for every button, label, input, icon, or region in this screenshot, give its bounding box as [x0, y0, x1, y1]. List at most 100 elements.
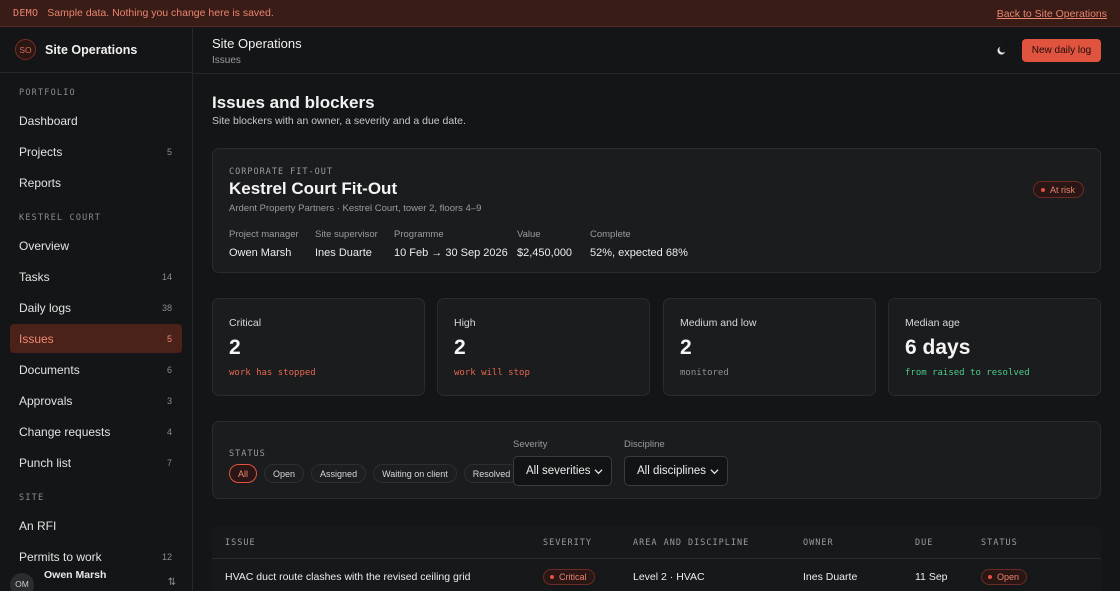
sidebar-item-count: 3 [166, 395, 172, 406]
project-card: CORPORATE FIT-OUT Kestrel Court Fit-Out … [212, 148, 1101, 273]
discipline-select[interactable]: All disciplines [624, 456, 728, 486]
status-dot-icon [988, 575, 992, 579]
table-row[interactable]: HVAC duct route clashes with the revised… [212, 558, 1101, 591]
column-header-owner[interactable]: OWNER [803, 538, 834, 548]
header-title: Site Operations [212, 36, 302, 51]
sidebar-item-label: Daily logs [19, 300, 72, 315]
sidebar: SO Site Operations PORTFOLIO Dashboard P… [0, 27, 193, 591]
page-subtitle: Site blockers with an owner, a severity … [212, 115, 466, 127]
nav-section-portfolio: PORTFOLIO [19, 88, 76, 98]
sidebar-item-punch-list[interactable]: Punch list 7 [10, 448, 182, 477]
meta-label: Value [517, 229, 541, 240]
meta-value-amount: Value $2,450,000 [517, 229, 572, 259]
meta-value: $2,450,000 [517, 247, 573, 259]
sidebar-item-approvals[interactable]: Approvals 3 [10, 386, 182, 415]
column-header-area[interactable]: AREA AND DISCIPLINE [633, 538, 749, 548]
sidebar-item-label: Documents [19, 362, 80, 377]
chip-assigned[interactable]: Assigned [311, 464, 367, 483]
sidebar-item-label: Issues [19, 331, 54, 346]
status-dot-icon [1040, 187, 1045, 192]
meta-label: Site supervisor [315, 229, 378, 240]
sidebar-item-tasks[interactable]: Tasks 14 [10, 262, 182, 291]
sidebar-item-overview[interactable]: Overview [10, 231, 182, 260]
chip-waiting-on-client[interactable]: Waiting on client [373, 464, 457, 483]
sidebar-item-an-rfi[interactable]: An RFI [10, 511, 182, 540]
sidebar-item-count: 38 [161, 302, 172, 313]
project-client: Ardent Property Partners · Kestrel Court… [229, 203, 482, 214]
page-title: Issues and blockers [212, 93, 375, 112]
main-content: Issues and blockers Site blockers with a… [193, 74, 1120, 591]
stat-label: Medium and low [680, 317, 757, 329]
meta-complete: Complete 52%, expected 68% [590, 229, 688, 259]
sidebar-item-label: Approvals [19, 393, 73, 408]
sidebar-item-label: Projects [19, 144, 63, 159]
meta-programme: Programme 10 Feb → 30 Sep 2026 [394, 229, 508, 259]
severity-dot-icon [550, 575, 554, 579]
nav-section-site: SITE [19, 493, 45, 503]
sidebar-item-label: Tasks [19, 269, 50, 284]
chevron-down-icon [594, 469, 603, 475]
brand-logo: SO [15, 39, 36, 60]
issue-area: Level 2 · HVAC [633, 571, 705, 583]
sidebar-item-count: 4 [166, 426, 172, 437]
meta-value: Ines Duarte [315, 247, 372, 259]
filter-panel: STATUS All Open Assigned Waiting on clie… [212, 421, 1101, 499]
severity-badge: Critical [543, 569, 595, 585]
sidebar-item-count: 5 [166, 146, 172, 157]
stat-card-medium-low: Medium and low 2 monitored [663, 298, 876, 396]
new-daily-log-button[interactable]: New daily log [1022, 39, 1101, 62]
sidebar-item-projects[interactable]: Projects 5 [10, 137, 182, 166]
switch-icon[interactable]: ⇅ [168, 577, 176, 588]
sidebar-item-count: 5 [166, 333, 172, 344]
chevron-down-icon [710, 469, 719, 475]
user-name: Owen Marsh [44, 569, 107, 581]
sidebar-item-documents[interactable]: Documents 6 [10, 355, 182, 384]
sidebar-item-count: 6 [166, 364, 172, 375]
column-header-due[interactable]: DUE [915, 538, 933, 548]
sidebar-item-reports[interactable]: Reports [10, 168, 182, 197]
issues-table: ISSUE SEVERITY AREA AND DISCIPLINE OWNER… [212, 526, 1101, 591]
breadcrumb[interactable]: Issues [212, 55, 241, 66]
sidebar-item-label: Dashboard [19, 113, 78, 128]
meta-label: Complete [590, 229, 631, 240]
meta-value: Owen Marsh [229, 247, 292, 259]
sidebar-item-change-requests[interactable]: Change requests 4 [10, 417, 182, 446]
meta-project-manager: Project manager Owen Marsh [229, 229, 299, 259]
column-header-severity[interactable]: SEVERITY [543, 538, 592, 548]
stat-label: High [454, 317, 476, 329]
stat-note: monitored [680, 368, 729, 378]
demo-banner: DEMO Sample data. Nothing you change her… [0, 0, 1120, 27]
severity-filter: Severity All severities [513, 439, 612, 486]
sidebar-item-daily-logs[interactable]: Daily logs 38 [10, 293, 182, 322]
issue-title[interactable]: HVAC duct route clashes with the revised… [225, 571, 471, 583]
chip-open[interactable]: Open [264, 464, 305, 483]
stat-note: work has stopped [229, 368, 316, 378]
issue-due: 11 Sep [915, 571, 948, 583]
severity-label: Severity [513, 439, 548, 450]
severity-value: All severities [526, 465, 591, 477]
stat-card-high: High 2 work will stop [437, 298, 650, 396]
stat-value: 2 [454, 336, 466, 359]
stat-value: 2 [680, 336, 692, 359]
meta-label: Project manager [229, 229, 299, 240]
meta-value: 52%, expected 68% [590, 247, 688, 259]
sidebar-item-dashboard[interactable]: Dashboard [10, 106, 182, 135]
sidebar-item-count: 12 [161, 551, 172, 562]
severity-select[interactable]: All severities [513, 456, 612, 486]
avatar: OM [10, 573, 34, 591]
user-menu[interactable]: OM Owen Marsh ⇅ [0, 567, 192, 591]
brand[interactable]: SO Site Operations [0, 27, 192, 73]
back-to-site-operations-link[interactable]: Back to Site Operations [997, 8, 1107, 20]
column-header-issue[interactable]: ISSUE [225, 538, 256, 548]
chip-all[interactable]: All [229, 464, 258, 483]
sidebar-item-label: Reports [19, 175, 62, 190]
meta-label: Programme [394, 229, 444, 240]
column-header-status[interactable]: STATUS [981, 538, 1018, 548]
status-badge-label: Open [997, 572, 1020, 582]
discipline-label: Discipline [624, 439, 665, 450]
sidebar-item-issues[interactable]: Issues 5 [10, 324, 182, 353]
moon-icon[interactable] [993, 42, 1009, 58]
chip-resolved[interactable]: Resolved [463, 464, 520, 483]
demo-tag: DEMO [13, 7, 39, 19]
stat-card-critical: Critical 2 work has stopped [212, 298, 425, 396]
